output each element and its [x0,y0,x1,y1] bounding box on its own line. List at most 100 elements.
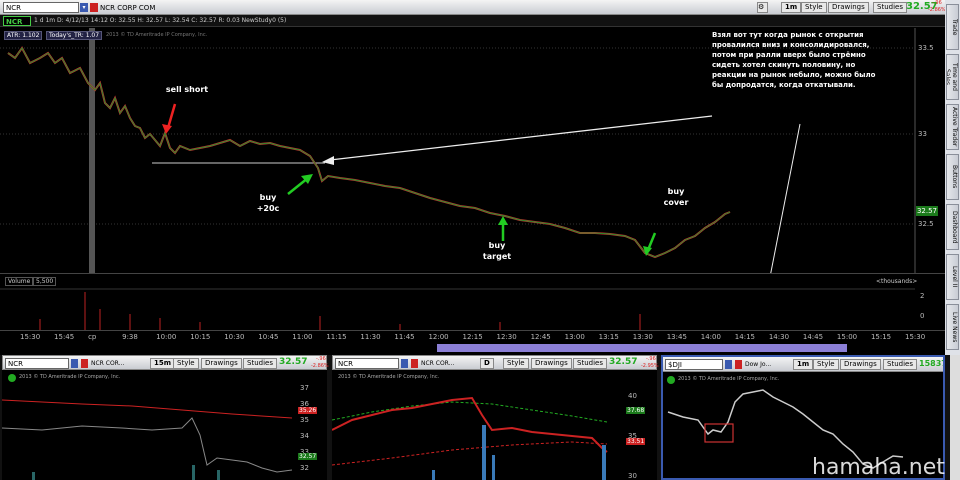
symbol-input[interactable]: NCR [3,2,79,13]
volume-pane[interactable]: Volume 5,500 <thousands> 2 0 [0,273,945,331]
trade-annotation: Взял вот тут когда рынок с открытия пров… [712,31,876,89]
price-change-pct: -2.86% [928,7,946,13]
x-tick: 12:00 [428,333,449,341]
side-tab-bar: Trade Time and Sales Active Trader Buttons D… [945,0,960,355]
copyright-text: 2013 © TD Ameritrade IP Company, Inc. [106,32,208,38]
panel1-interval-button[interactable]: 15m [150,358,176,369]
side-tab-active-trader[interactable]: Active Trader [946,104,959,150]
panel1-link-icon[interactable] [81,359,88,368]
style-button[interactable]: Style [801,2,827,13]
x-tick: 13:45 [666,333,687,341]
company-name: NCR CORP COM [100,4,156,12]
panel2-link-icon[interactable] [411,359,418,368]
x-tick: 13:00 [564,333,585,341]
panel2-studies-button[interactable]: Studies [573,358,607,369]
atr-badge: ATR: 1.102 [4,31,43,40]
x-tick: 15:00 [836,333,858,341]
main-price-chart[interactable]: ATR: 1.102 Today's_TR: 1.07 2013 © TD Am… [0,28,945,273]
panel1-style-button[interactable]: Style [173,358,199,369]
quote-symbol: NCR [3,16,31,26]
price-tag: 32.57 [916,206,938,216]
session-separator [89,28,95,273]
side-tab-time-and-sales[interactable]: Time and Sales [946,54,959,100]
y-tick: 32.5 [918,220,934,228]
side-tab-dashboard[interactable]: Dashboard [946,204,959,250]
x-tick: 15:30 [905,333,926,341]
vol-tick: 2 [920,292,925,300]
symbol-text: NCR [6,4,21,12]
panel2-svg [332,396,608,480]
x-tick: 12:45 [530,333,551,341]
side-tab-live-news[interactable]: Live News [946,304,959,350]
panel3-studies-button[interactable]: Studies [883,359,917,370]
chart-panel-1[interactable]: NCR NCR COR... 15m Style Drawings Studie… [2,355,329,480]
panel3-company: Dow Jo... [745,361,772,368]
panel-side-scrollbar[interactable] [950,355,960,480]
x-tick: 12:30 [496,333,517,341]
panel1-dropdown-icon[interactable] [71,359,78,368]
studies-button[interactable]: Studies [873,2,907,13]
vol-tick: 0 [920,312,925,320]
panel1-change-pct: -2.86% [311,363,329,369]
y-tick: 33.5 [918,44,934,52]
panel1-tag-red: 35.26 [298,407,318,414]
tr-badge: Today's_TR: 1.07 [46,31,103,40]
x-tick: 14:15 [734,333,755,341]
panel3-dropdown-icon[interactable] [725,360,732,369]
panel1-y-tick: 34 [300,432,309,440]
main-chart-toolbar: NCR ▾ NCR CORP COM ⚙ 1m Style Drawings S… [0,0,946,15]
panel1-drawings-button[interactable]: Drawings [201,358,242,369]
panel2-chart[interactable]: 2013 © TD Ameritrade IP Company, Inc. 40… [332,370,657,480]
panel1-y-tick: 35 [300,416,309,424]
panel2-symbol-input[interactable]: NCR [335,358,399,369]
x-tick: 11:45 [394,333,415,341]
x-tick: 12:15 [462,333,483,341]
price-change: -.96 [932,0,942,6]
x-tick: 11:15 [326,333,347,341]
panel2-dropdown-icon[interactable] [401,359,408,368]
panel3-interval-button[interactable]: 1m [793,359,814,370]
panel1-y-tick: 37 [300,384,309,392]
panel2-drawings-button[interactable]: Drawings [531,358,572,369]
panel2-tag-green: 37.68 [626,407,646,414]
x-tick: 15:15 [870,333,892,341]
side-tab-trade[interactable]: Trade [946,4,959,50]
timeline-scrollbar[interactable] [437,344,847,352]
panel2-style-button[interactable]: Style [503,358,529,369]
side-tab-level-ii[interactable]: Level II [946,254,959,300]
panel3-symbol-input[interactable]: $DJI [665,359,723,370]
drawings-button[interactable]: Drawings [828,2,869,13]
panel3-link-icon[interactable] [735,360,742,369]
panel2-interval-button[interactable]: D [480,358,494,369]
side-tab-buttons[interactable]: Buttons [946,154,959,200]
x-tick: 10:00 [156,333,177,341]
buy-cover-label: buy cover [663,187,689,207]
symbol-dropdown-icon[interactable]: ▾ [80,3,88,12]
settings-icon[interactable]: ⚙ [757,2,768,13]
sell-short-label: sell short [165,85,209,94]
link-color-icon[interactable] [90,3,98,12]
panel2-tag-red: 33.51 [626,438,646,445]
chart-panel-2[interactable]: NCR NCR COR... D Style Drawings Studies … [332,355,659,480]
panel1-tag-green: 32.57 [298,453,318,460]
panel3-drawings-button[interactable]: Drawings [840,359,881,370]
x-tick: 14:00 [700,333,721,341]
panel1-toolbar: NCR NCR COR... 15m Style Drawings Studie… [2,355,329,370]
interval-button[interactable]: 1m [781,2,802,13]
buy-target-label: buy target [482,241,512,261]
panel2-y-tick: 40 [628,392,637,400]
x-tick: 10:30 [224,333,245,341]
x-tick: 15:45 [54,333,75,341]
panel2-change-pct: -2.95% [641,363,659,369]
x-tick: 11:30 [360,333,381,341]
panel1-chart[interactable]: 2013 © TD Ameritrade IP Company, Inc. 37… [2,370,327,480]
panel1-symbol-input[interactable]: NCR [5,358,69,369]
x-tick: 9:38 [122,333,138,341]
panel1-studies-button[interactable]: Studies [243,358,277,369]
annotation-pointer-arrow-2 [770,123,801,273]
panel3-style-button[interactable]: Style [813,359,839,370]
panel2-change: -.96 [646,356,656,362]
price-candles-up [7,47,731,258]
x-tick: 11:00 [292,333,313,341]
panel2-company: NCR COR... [421,360,455,367]
